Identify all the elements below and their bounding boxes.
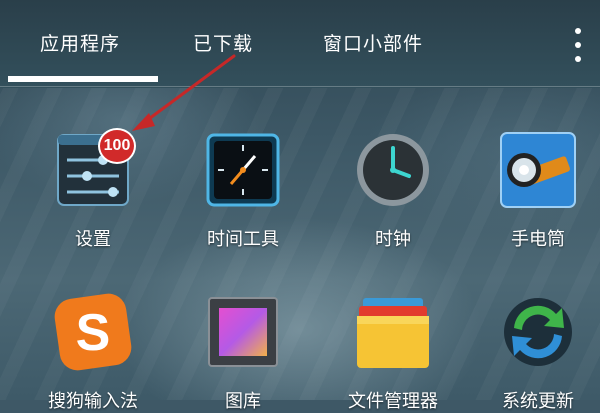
annotation-arrow — [132, 54, 236, 131]
